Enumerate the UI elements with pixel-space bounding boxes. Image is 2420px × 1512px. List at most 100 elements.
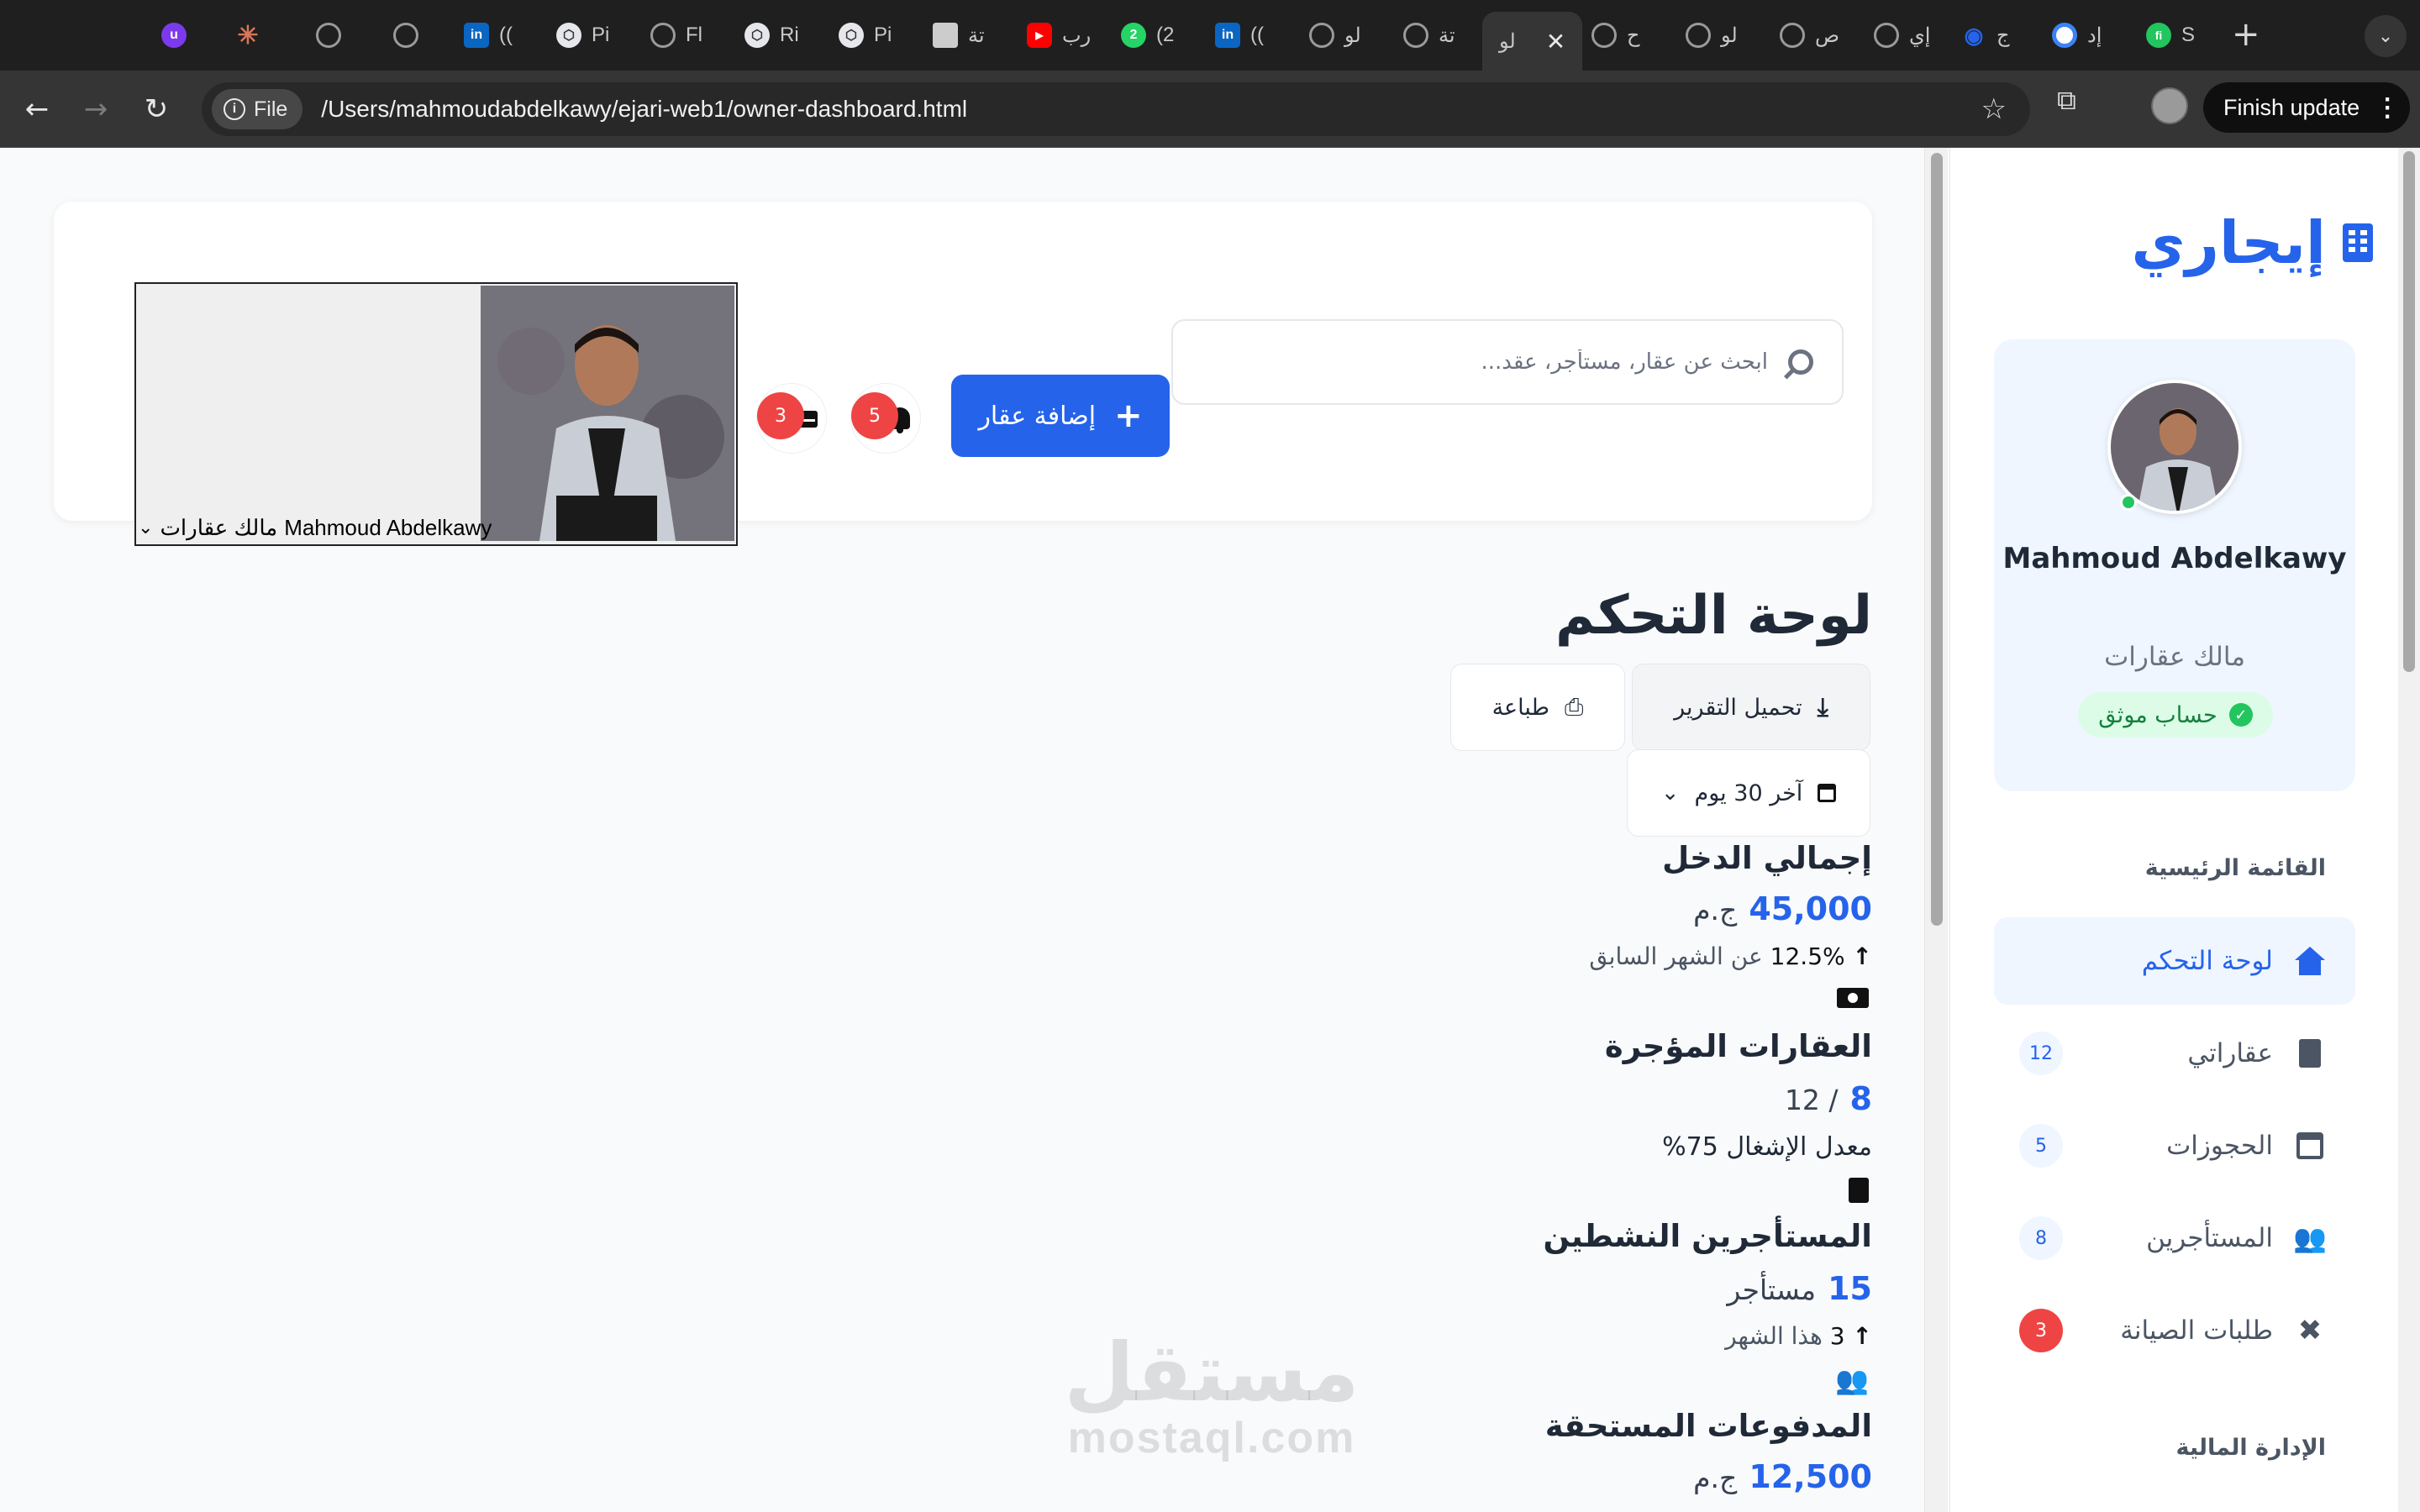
stat-value-tenants: 15 مستأجر [1727,1270,1872,1307]
more-vert-icon: ⋮ [2375,93,2401,122]
browser-tab[interactable]: تة [928,12,985,59]
building-icon [1849,1178,1869,1203]
site-info-chip[interactable]: i File [212,89,303,129]
browser-tab[interactable]: ✳ [230,12,271,59]
bookmark-star-icon[interactable]: ☆ [1981,92,2007,126]
browser-tab[interactable]: ⬡ Pi [551,12,609,59]
search-icon [1788,349,1813,375]
search-input[interactable] [1230,349,1768,375]
browser-tab[interactable]: in(( [1210,12,1264,59]
browser-tab-active[interactable]: لو ✕ [1482,12,1583,71]
scrollbar-thumb[interactable] [1931,153,1943,926]
globe-icon [1591,23,1617,48]
globe-icon [316,23,341,48]
globe-icon [1309,23,1334,48]
finance-menu-title: الإدارة المالية [2175,1435,2326,1461]
online-status-dot [2120,494,2137,511]
new-tab-button[interactable]: + [2232,13,2260,55]
browser-tab[interactable]: ص [1775,12,1839,59]
browser-tab[interactable]: لو [1304,12,1361,59]
stat-value-rented: 8 / 12 [1784,1080,1872,1117]
browser-tab[interactable]: ▶ رب [1022,12,1091,59]
chevron-down-icon: ⌄ [2377,25,2394,47]
chevron-down-icon: ⌄ [1660,780,1680,806]
browser-tab[interactable]: u [156,12,197,59]
globe-icon [1780,23,1805,48]
arrow-left-icon: ← [24,92,50,126]
chevron-down-icon: ⌄ [138,517,154,538]
tenants-count-badge: 8 [2019,1216,2063,1260]
address-bar[interactable]: i File /Users/mahmoudabdelkawy/ejari-web1… [202,82,2030,136]
user-profile-dropdown[interactable]: ⌄ مالك عقارات Mahmoud Abdelkawy [134,282,738,546]
globe-icon [393,23,418,48]
person-photo-image [481,286,734,541]
browser-tab[interactable]: إد [2047,12,2102,59]
back-button[interactable]: ← [13,86,60,133]
arrow-up-icon: ↑ [1852,942,1872,970]
browser-tab[interactable]: ⬡ Ri [739,12,799,59]
stat-occupancy: معدل الإشغال 75% [1662,1132,1872,1162]
forward-button[interactable]: → [72,86,119,133]
close-tab-icon[interactable]: ✕ [1546,28,1565,55]
browser-tab[interactable]: fi S [2141,12,2195,59]
download-report-button[interactable]: ⤓ تحميل التقرير [1632,664,1870,751]
scrollbar-thumb[interactable] [2403,151,2415,672]
sidebar: إيجاري Mahmoud Abdelkawy مالك عقارات ✓ ح… [1949,148,2398,1512]
circle-icon [2052,23,2077,48]
building-logo-icon [2343,223,2373,262]
home-icon [2293,947,2327,975]
browser-tab[interactable]: ◉ ج [1956,12,2010,59]
browser-tab[interactable]: in(( [459,12,513,59]
stat-title-income: إجمالي الدخل [1662,840,1872,876]
users-icon: 👥 [2293,1222,2327,1254]
plus-icon: + [1114,396,1143,435]
search-box[interactable] [1171,319,1844,405]
building-icon [2293,1039,2327,1068]
browser-tab[interactable] [311,12,341,59]
bookings-count-badge: 5 [2019,1124,2063,1168]
user-name: Mahmoud Abdelkawy [2002,542,2347,575]
reload-icon: ↻ [144,92,169,126]
sidebar-item-dashboard[interactable]: لوحة التحكم [1994,917,2355,1005]
linkedin-icon: in [464,23,489,48]
browser-tab[interactable] [388,12,418,59]
stat-change-income: ↑ 12.5% عن الشهر السابق [1589,942,1872,970]
browser-tab[interactable]: ⬡ Pi [834,12,892,59]
info-icon: i [224,98,245,120]
hexagon-icon: ⬡ [744,23,770,48]
extensions-icon[interactable]: ⧉ [2057,84,2076,117]
finish-update-button[interactable]: Finish update ⋮ [2203,82,2410,133]
main-scrollbar[interactable] [1924,148,1948,1512]
print-button[interactable]: ⎙ طباعة [1450,664,1625,751]
browser-tab[interactable]: 2 (2 [1116,12,1174,59]
sidebar-item-properties[interactable]: عقاراتي 12 [1994,1010,2355,1097]
browser-tab[interactable]: إي [1869,12,1930,59]
page-title: لوحة التحكم [1555,585,1872,647]
period-select[interactable]: آخر 30 يوم ⌄ [1627,749,1870,837]
messages-button[interactable]: 3 [756,383,827,454]
sidebar-item-tenants[interactable]: 👥 المستأجرين 8 [1994,1194,2355,1282]
browser-tab[interactable]: تة [1398,12,1455,59]
tab-search-button[interactable]: ⌄ [2365,15,2407,57]
add-property-button[interactable]: + إضافة عقار [951,375,1170,457]
browser-tab[interactable]: لو [1681,12,1738,59]
browser-tab[interactable]: ح [1586,12,1640,59]
profile-caption: ⌄ مالك عقارات Mahmoud Abdelkawy [138,514,492,540]
browser-tab[interactable]: Fl [645,12,702,59]
reload-button[interactable]: ↻ [133,86,180,133]
download-icon: ⤓ [1817,692,1828,722]
sidebar-item-maintenance[interactable]: ✖ طلبات الصيانة 3 [1994,1287,2355,1374]
stat-title-rented: العقارات المؤجرة [1604,1028,1872,1064]
watermark: مستقل mostaql.com [1064,1326,1360,1462]
hexagon-icon: ⬡ [839,23,864,48]
check-circle-icon: ✓ [2228,703,2253,727]
app-logo[interactable]: إيجاري [2132,208,2373,277]
stat-change-tenants: ↑ 3 هذا الشهر [1725,1322,1872,1350]
notifications-button[interactable]: 5 [850,383,921,454]
sidebar-scrollbar[interactable] [2398,148,2420,1512]
browser-profile-avatar[interactable] [2151,87,2188,124]
youtube-icon: ▶ [1027,23,1052,48]
verified-badge: ✓ حساب موثق [2078,692,2273,738]
sidebar-item-bookings[interactable]: الحجوزات 5 [1994,1102,2355,1189]
url-text[interactable]: /Users/mahmoudabdelkawy/ejari-web1/owner… [321,96,967,123]
